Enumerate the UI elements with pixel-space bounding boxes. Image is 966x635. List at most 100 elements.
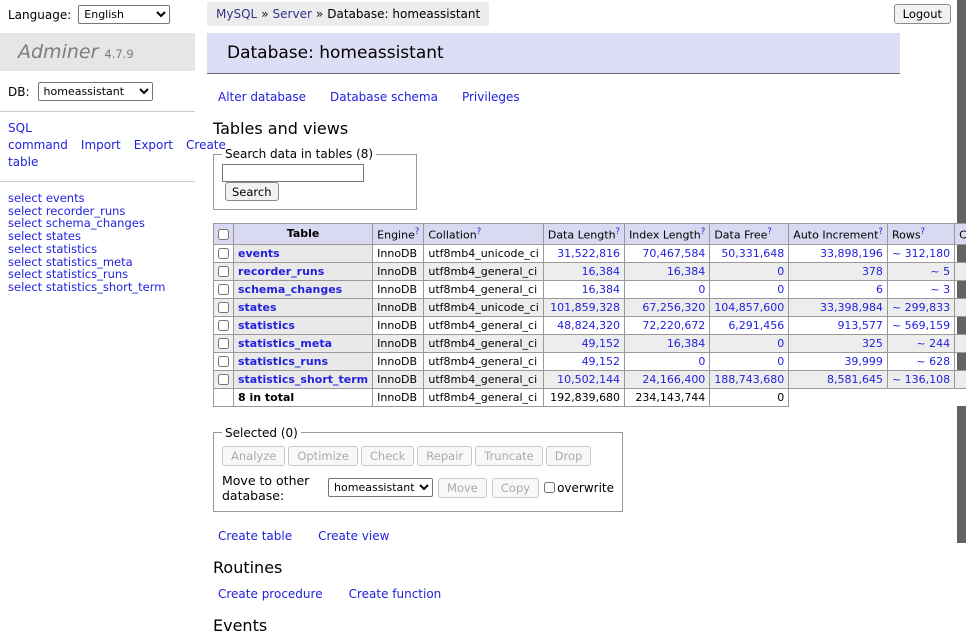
overwrite-checkbox[interactable] xyxy=(544,482,555,493)
move-button[interactable]: Move xyxy=(438,478,487,498)
select-all-checkbox[interactable] xyxy=(218,229,229,240)
sidebar-link-export[interactable]: Export xyxy=(134,138,173,152)
create-view-link[interactable]: Create view xyxy=(318,529,389,543)
row-checkbox[interactable] xyxy=(218,302,229,313)
value-link[interactable]: 16,384 xyxy=(582,283,621,296)
repair-button[interactable]: Repair xyxy=(417,446,472,466)
tables-overview-table: TableEngine?Collation?Data Length?Index … xyxy=(213,223,966,407)
value-link[interactable]: 70,467,584 xyxy=(642,247,705,260)
value-link[interactable]: 0 xyxy=(698,355,705,368)
row-checkbox[interactable] xyxy=(218,248,229,259)
move-db-select[interactable]: homeassistant xyxy=(328,478,433,497)
value-link[interactable]: 10,502,144 xyxy=(557,373,620,386)
value-link[interactable]: 101,859,328 xyxy=(550,301,620,314)
value-link[interactable]: 0 xyxy=(777,337,784,350)
value-link[interactable]: 33,898,196 xyxy=(820,247,883,260)
value-link[interactable]: ~ 628 xyxy=(916,355,950,368)
value-link[interactable]: 0 xyxy=(698,283,705,296)
value-link[interactable]: 16,384 xyxy=(582,265,621,278)
column-hint-link[interactable]: ? xyxy=(701,227,706,237)
row-checkbox[interactable] xyxy=(218,266,229,277)
optimize-button[interactable]: Optimize xyxy=(288,446,358,466)
drop-button[interactable]: Drop xyxy=(546,446,592,466)
app-version[interactable]: 4.7.9 xyxy=(104,47,133,61)
table-name-link[interactable]: recorder_runs xyxy=(238,265,324,278)
create-procedure-link[interactable]: Create procedure xyxy=(218,587,323,601)
value-link[interactable]: 24,166,400 xyxy=(642,373,705,386)
value-link[interactable]: 6,291,456 xyxy=(728,319,784,332)
row-checkbox[interactable] xyxy=(218,374,229,385)
table-name-link[interactable]: events xyxy=(238,247,280,260)
value-link[interactable]: 67,256,320 xyxy=(642,301,705,314)
sidebar-select-link[interactable]: select statistics xyxy=(8,243,187,256)
comment-cell xyxy=(955,280,966,298)
breadcrumb-link-mysql[interactable]: MySQL xyxy=(216,7,257,21)
value-link[interactable]: 325 xyxy=(862,337,883,350)
value-link[interactable]: 16,384 xyxy=(667,265,706,278)
truncate-button[interactable]: Truncate xyxy=(475,446,543,466)
create-function-link[interactable]: Create function xyxy=(349,587,442,601)
copy-button[interactable]: Copy xyxy=(492,478,539,498)
value-link[interactable]: ~ 299,833 xyxy=(892,301,950,314)
value-link[interactable]: 378 xyxy=(862,265,883,278)
column-hint-link[interactable]: ? xyxy=(415,227,420,237)
value-link[interactable]: 0 xyxy=(777,265,784,278)
value-link[interactable]: 913,577 xyxy=(837,319,883,332)
value-cell: ~ 628 xyxy=(887,352,954,370)
column-hint-link[interactable]: ? xyxy=(921,227,926,237)
column-hint-link[interactable]: ? xyxy=(477,227,482,237)
sidebar-select-link[interactable]: select events xyxy=(8,192,187,205)
row-checkbox[interactable] xyxy=(218,320,229,331)
row-checkbox[interactable] xyxy=(218,284,229,295)
value-link[interactable]: 72,220,672 xyxy=(642,319,705,332)
column-hint-link[interactable]: ? xyxy=(616,227,621,237)
alter-database-link[interactable]: Alter database xyxy=(218,90,306,104)
value-link[interactable]: 16,384 xyxy=(667,337,706,350)
analyze-button[interactable]: Analyze xyxy=(222,446,285,466)
breadcrumb-link-server[interactable]: Server xyxy=(273,7,312,21)
table-name-link[interactable]: statistics_short_term xyxy=(238,373,368,386)
sidebar-select-link[interactable]: select states xyxy=(8,230,187,243)
value-link[interactable]: 8,581,645 xyxy=(827,373,883,386)
column-hint-link[interactable]: ? xyxy=(878,227,883,237)
language-select[interactable]: English xyxy=(78,5,170,24)
sidebar-link-import[interactable]: Import xyxy=(81,138,121,152)
value-link[interactable]: 48,824,320 xyxy=(557,319,620,332)
value-link[interactable]: ~ 5 xyxy=(930,265,950,278)
tables-and-views-heading: Tables and views xyxy=(213,119,907,138)
value-link[interactable]: 104,857,600 xyxy=(714,301,784,314)
column-hint-link[interactable]: ? xyxy=(767,227,772,237)
value-link[interactable]: 0 xyxy=(777,355,784,368)
search-button[interactable]: Search xyxy=(225,182,279,201)
value-link[interactable]: 49,152 xyxy=(582,355,621,368)
value-link[interactable]: ~ 569,159 xyxy=(892,319,950,332)
collation-cell: utf8mb4_general_ci xyxy=(424,280,543,298)
value-link[interactable]: ~ 3 xyxy=(930,283,950,296)
create-table-link[interactable]: Create table xyxy=(218,529,292,543)
table-name-link[interactable]: schema_changes xyxy=(238,283,342,296)
check-button[interactable]: Check xyxy=(361,446,414,466)
value-link[interactable]: 31,522,816 xyxy=(557,247,620,260)
database-schema-link[interactable]: Database schema xyxy=(330,90,438,104)
table-name-link[interactable]: statistics_meta xyxy=(238,337,332,350)
value-link[interactable]: 0 xyxy=(777,283,784,296)
value-link[interactable]: ~ 244 xyxy=(916,337,950,350)
value-link[interactable]: 50,331,648 xyxy=(721,247,784,260)
value-link[interactable]: 33,398,984 xyxy=(820,301,883,314)
value-link[interactable]: 188,743,680 xyxy=(714,373,784,386)
table-name-link[interactable]: states xyxy=(238,301,277,314)
value-link[interactable]: ~ 312,180 xyxy=(892,247,950,260)
row-checkbox[interactable] xyxy=(218,338,229,349)
value-link[interactable]: ~ 136,108 xyxy=(892,373,950,386)
table-name-link[interactable]: statistics xyxy=(238,319,295,332)
search-input[interactable] xyxy=(222,164,364,182)
value-link[interactable]: 6 xyxy=(876,283,883,296)
sidebar-select-link[interactable]: select statistics_short_term xyxy=(8,281,187,294)
sidebar-link-sql-command[interactable]: SQL command xyxy=(8,121,68,152)
db-select[interactable]: homeassistant xyxy=(38,82,153,101)
privileges-link[interactable]: Privileges xyxy=(462,90,520,104)
table-name-link[interactable]: statistics_runs xyxy=(238,355,328,368)
row-checkbox[interactable] xyxy=(218,356,229,367)
value-link[interactable]: 39,999 xyxy=(844,355,883,368)
value-link[interactable]: 49,152 xyxy=(582,337,621,350)
